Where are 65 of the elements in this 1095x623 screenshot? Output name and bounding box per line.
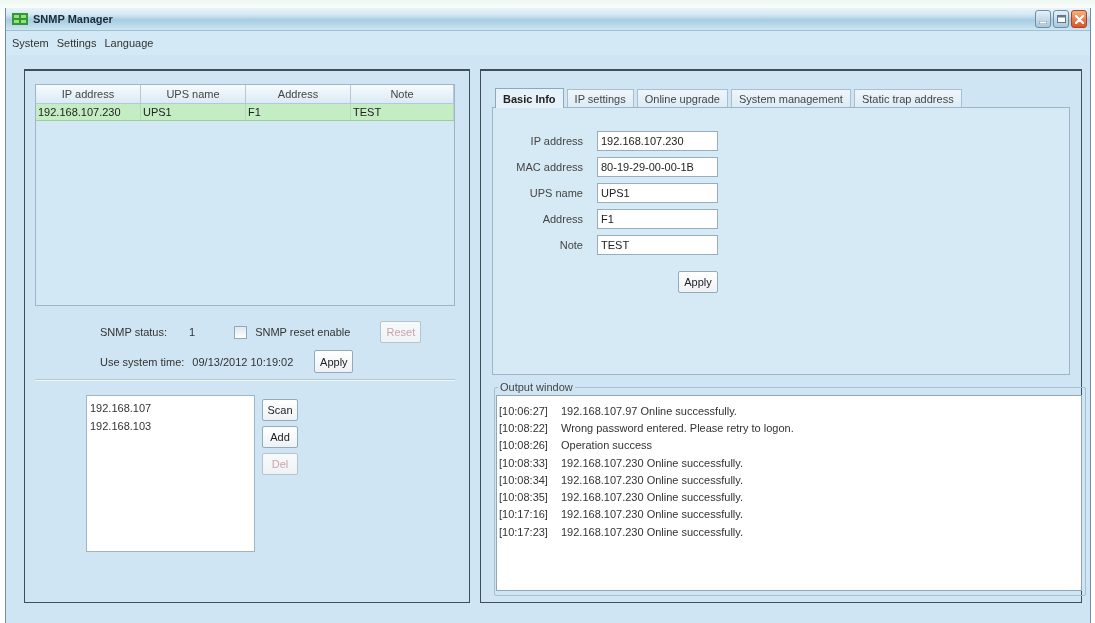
list-item[interactable]: 192.168.103	[89, 417, 153, 435]
apply-button[interactable]: Apply	[678, 271, 718, 293]
table-row[interactable]: 192.168.107.230 UPS1 F1 TEST	[36, 104, 454, 121]
log-time: [10:17:16]	[499, 508, 549, 521]
close-icon	[1074, 14, 1084, 24]
tab[interactable]: IP settings	[566, 89, 634, 107]
log-message: 192.168.107.230 Online successfully.	[561, 525, 744, 538]
time-value: 09/13/2012 10:19:02	[192, 355, 295, 368]
log-time: [10:08:22]	[499, 421, 549, 434]
log-time: [10:17:23]	[499, 525, 549, 538]
input-field[interactable]: UPS1	[597, 183, 718, 203]
menu-item[interactable]: Language	[100, 37, 158, 49]
field-label: Address	[541, 212, 583, 227]
log-message: 192.168.107.230 Online successfully.	[561, 473, 744, 486]
menu-item[interactable]: Settings	[52, 37, 101, 49]
field-label: Note	[558, 238, 583, 253]
log-message: Operation success	[561, 439, 653, 452]
minimize-button[interactable]	[1035, 10, 1051, 28]
input-field[interactable]: TEST	[597, 235, 718, 255]
column-header[interactable]: IP address	[36, 85, 141, 103]
maximize-icon	[1056, 15, 1066, 23]
status-label: SNMP status:	[100, 326, 168, 338]
time-label: Use system time:	[100, 355, 185, 368]
checkbox-label: SNMP reset enable	[255, 326, 351, 338]
tab[interactable]: Online upgrade	[636, 89, 728, 107]
log-time: [10:06:27]	[499, 404, 549, 417]
column-header[interactable]: Note	[351, 85, 454, 103]
grid-icon	[12, 13, 28, 25]
field-label: UPS name	[528, 186, 583, 201]
menu-item[interactable]: System	[8, 37, 53, 49]
tab[interactable]: System management	[731, 89, 851, 107]
address-list[interactable]: 192.168.107 192.168.103	[86, 395, 255, 552]
field-label: MAC address	[515, 160, 583, 175]
log-message: 192.168.107.97 Online successfully.	[561, 404, 737, 417]
log-time: [10:08:26]	[499, 439, 549, 452]
panel-title: Output window	[499, 381, 574, 393]
close-button[interactable]	[1071, 10, 1087, 28]
column-header[interactable]: UPS name	[141, 85, 246, 103]
log-message: 192.168.107.230 Online successfully.	[561, 508, 744, 521]
checkbox[interactable]	[234, 325, 248, 339]
minimize-icon	[1039, 21, 1047, 24]
window-title: SNMP Manager	[33, 13, 113, 25]
input-field[interactable]: 80-19-29-00-00-1B	[597, 157, 718, 177]
list-item[interactable]: 192.168.107	[89, 399, 153, 417]
column-header[interactable]: Address	[246, 85, 351, 103]
input-field[interactable]: F1	[597, 209, 718, 229]
log-time: [10:08:33]	[499, 456, 549, 469]
apply-button[interactable]: Apply	[314, 350, 354, 373]
field-label: IP address	[529, 134, 583, 149]
status-value: 1	[189, 326, 196, 338]
table-cell: TEST	[351, 104, 454, 120]
maximize-button[interactable]	[1053, 10, 1069, 28]
table-cell: 192.168.107.230	[36, 104, 141, 120]
table-cell: UPS1	[141, 104, 246, 120]
log-time: [10:08:34]	[499, 473, 549, 486]
log-time: [10:08:35]	[499, 491, 549, 504]
list-button[interactable]: Scan	[262, 399, 298, 421]
log-message: Wrong password entered. Please retry to logon.	[561, 421, 794, 434]
list-button[interactable]: Add	[262, 426, 298, 448]
input-field[interactable]: 192.168.107.230	[597, 131, 718, 151]
tab[interactable]: Static trap address	[853, 89, 962, 107]
tab[interactable]: Basic Info	[495, 88, 564, 108]
table-cell: F1	[246, 104, 351, 120]
log-message: 192.168.107.230 Online successfully.	[561, 456, 744, 469]
log-message: 192.168.107.230 Online successfully.	[561, 491, 744, 504]
